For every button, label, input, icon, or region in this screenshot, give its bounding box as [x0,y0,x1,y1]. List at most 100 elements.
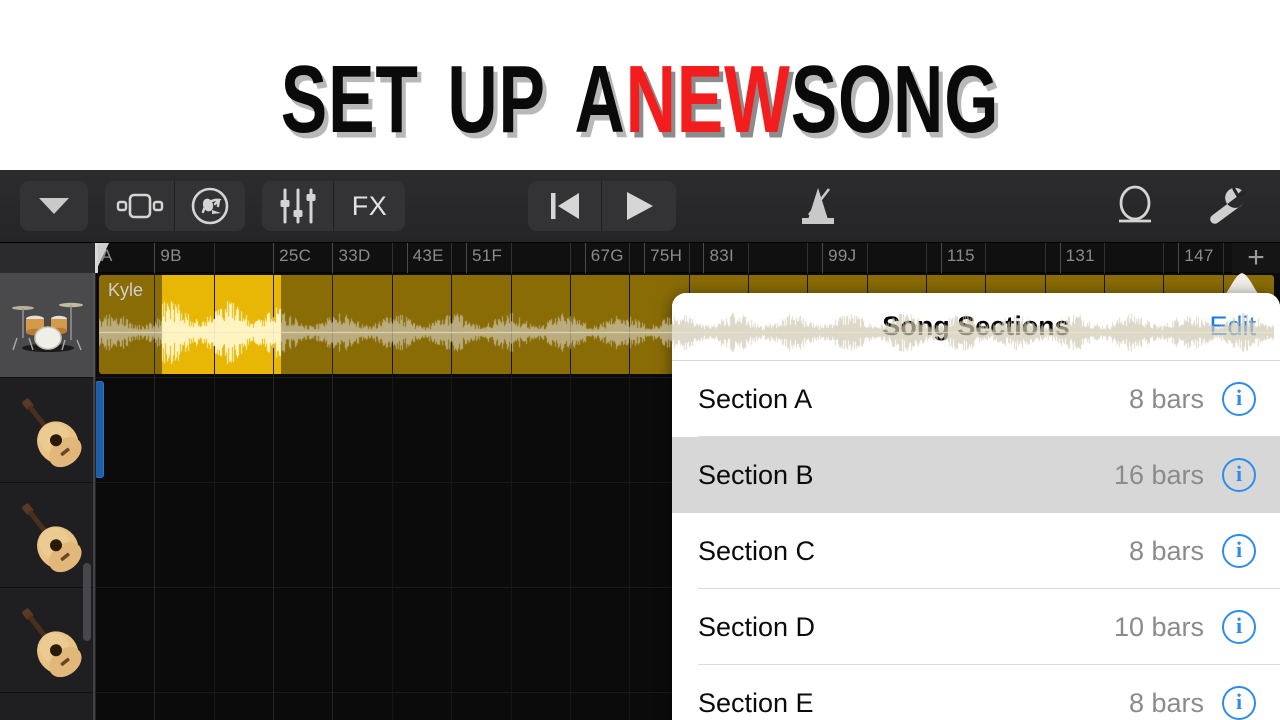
toolbar: FX [0,170,1280,243]
ruler-marker-label[interactable]: 99J [828,246,856,266]
ruler-tick [406,243,408,273]
playhead[interactable] [95,243,111,273]
faders-icon [280,188,315,224]
ruler-tick [940,243,942,273]
waveform [99,275,1274,374]
ruler-left-pad [0,243,95,273]
midi-region[interactable] [95,381,104,478]
fx-label: FX [351,190,388,221]
ruler-marker-label[interactable]: 115 [947,246,975,266]
info-icon[interactable]: i [1222,534,1256,568]
section-name: Section C [698,535,816,566]
ruler-tick-minor [985,243,987,273]
banner-part-2: Song [790,8,1000,162]
track-header-3[interactable] [0,483,95,588]
audio-region-kyle[interactable]: Kyle [99,275,1274,374]
metronome-icon [802,188,834,224]
ruler-marker-label[interactable]: 147 [1184,246,1213,266]
section-bar-count: 16 bars [1113,459,1204,490]
ruler-marker-label[interactable]: 51F [472,246,502,266]
add-section-button[interactable]: + [1232,243,1280,273]
ruler-tick [1059,243,1061,273]
song-section-row[interactable]: Section D 10 bars i [672,589,1280,665]
track-header-5[interactable] [0,693,95,720]
ruler-marker-label[interactable]: 25C [279,246,311,266]
ruler-tick-minor [1222,243,1224,273]
transport-group [528,181,676,231]
section-name: Section D [698,611,816,642]
ruler-marker-label[interactable]: 83I [709,246,734,266]
track-header-1[interactable] [0,273,95,378]
section-name: Section E [698,687,814,718]
song-section-row[interactable]: Section E 8 bars i [672,665,1280,720]
chevron-down-icon [39,198,69,214]
info-icon[interactable]: i [1222,610,1256,644]
ruler-marker-label[interactable]: 43E [413,246,444,266]
ruler-tick-minor [688,243,690,273]
play-button[interactable] [602,181,675,231]
ruler-tick [1178,243,1180,273]
section-bar-count: 10 bars [1113,611,1204,642]
mixer-button[interactable] [262,181,333,231]
section-bar-count: 8 bars [1128,535,1204,566]
ruler-tick-minor [747,243,749,273]
loop-button[interactable] [1104,181,1166,231]
region-label: Kyle [108,280,144,300]
section-bar-count: 8 bars [1128,383,1204,414]
track-list-scrollbar[interactable] [83,563,91,641]
song-section-row[interactable]: Section B 16 bars i [672,437,1280,513]
settings-button[interactable] [1196,181,1258,231]
ruler-tick-minor [1104,243,1106,273]
section-name: Section A [698,383,813,414]
ruler-marker-label[interactable]: 75H [650,246,682,266]
ruler-marker-strip[interactable]: A 9B 25C 33D 43E 51F 67G 75H 83I 99J 115 131 147 [95,243,1280,273]
ruler-tick-minor [926,243,928,273]
info-icon[interactable]: i [1222,382,1256,416]
ruler-tick [822,243,824,273]
view-toggle-button[interactable] [105,181,174,231]
acoustic-guitar-icon [21,608,82,678]
ruler-tick-minor [1044,243,1046,273]
ruler-tick [584,243,586,273]
acoustic-guitar-icon [21,398,82,468]
track-header-2[interactable] [0,378,95,483]
ruler-tick [644,243,646,273]
ruler-tick [154,243,156,273]
ruler-marker-label[interactable]: 67G [591,246,624,266]
screenshot-root: Set up a New Song [0,0,1280,720]
song-sections-list[interactable]: Section A8 bars i Section B 16 bars i Section… [672,361,1280,720]
banner-title: Set up a New Song [202,17,1078,154]
lane-1[interactable]: Kyle [95,273,1280,378]
rewind-to-start-icon [550,193,579,219]
navigation-chevron-button[interactable] [20,181,88,231]
ruler-marker-label[interactable]: 9B [160,246,181,266]
ruler-tick-minor [807,243,809,273]
drum-kit-icon [11,302,83,352]
rewind-button[interactable] [528,181,601,231]
banner-part-1: Set up a [280,8,626,162]
metronome-button[interactable] [787,181,849,231]
fx-button[interactable]: FX [334,181,405,231]
ruler-tick-minor [629,243,631,273]
track-header-4[interactable] [0,588,95,693]
ruler-tick-minor [391,243,393,273]
timeline-ruler[interactable]: A 9B 25C 33D 43E 51F 67G 75H 83I 99J 115 131 147 + [0,243,1280,273]
mixer-fx-group: FX [262,181,405,231]
ruler-tick [466,243,467,273]
title-banner: Set up a New Song [0,0,1280,170]
track-headers [0,273,95,720]
play-icon [626,192,653,220]
ruler-tick-minor [510,243,512,273]
info-icon[interactable]: i [1222,686,1256,720]
ruler-tick-minor [213,243,215,273]
ruler-marker-label[interactable]: 33D [338,246,370,266]
ruler-marker-label[interactable]: 131 [1066,246,1095,266]
undo-button[interactable] [175,181,245,231]
song-section-row[interactable]: Section C 8 bars i [672,513,1280,589]
section-bar-count: 8 bars [1128,687,1204,718]
info-icon[interactable]: i [1222,458,1256,492]
banner-highlight: New [625,8,791,162]
ruler-tick-minor [866,243,868,273]
ruler-tick [273,243,275,273]
loop-cycle-icon [1119,185,1151,223]
